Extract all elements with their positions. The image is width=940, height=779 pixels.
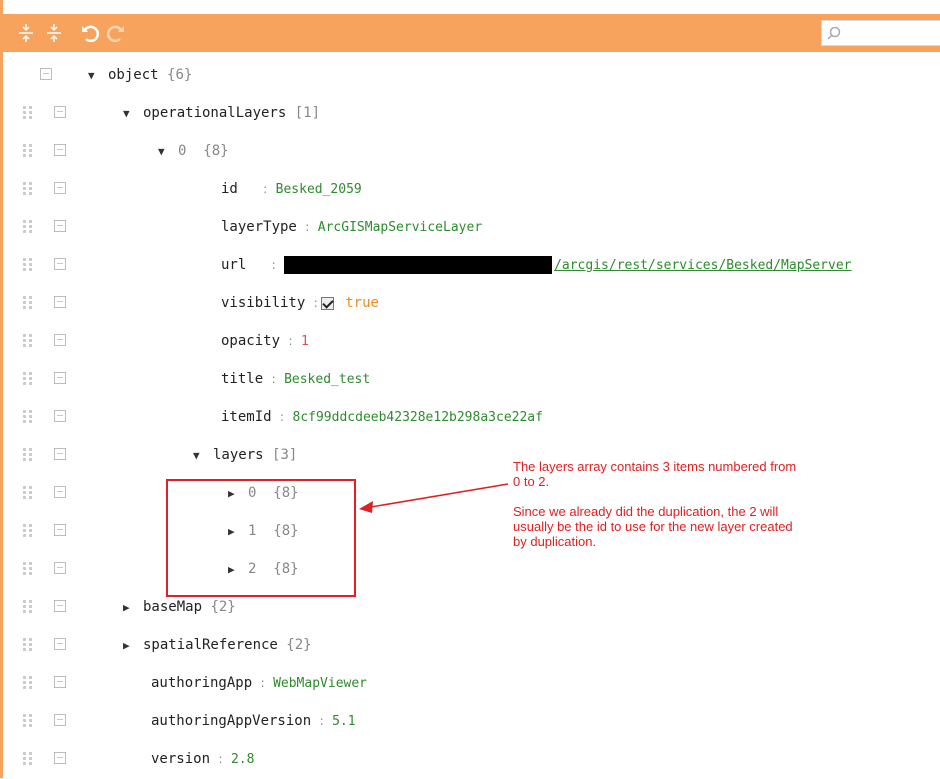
annotation-line: by duplication. (513, 534, 597, 549)
annotation-line: usually be the id to use for the new lay… (513, 519, 793, 534)
annotation-line: Since we already did the duplication, th… (513, 504, 779, 519)
annotation-arrow-icon (359, 483, 509, 513)
editor-frame: ▼ object {6} ▼ operationalLayers [1] ▼ 0 {8… (0, 0, 940, 778)
annotation-line: 0 to 2. (513, 474, 550, 489)
annotation-line: The layers array contains 3 items number… (513, 459, 797, 474)
annotation-text: The layers array contains 3 items number… (513, 459, 796, 549)
